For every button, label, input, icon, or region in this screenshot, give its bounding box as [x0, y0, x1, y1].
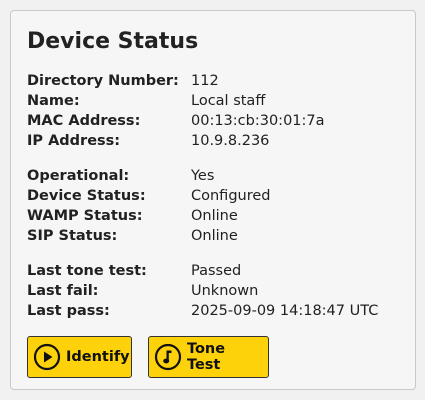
operational-label: Operational:: [27, 168, 130, 184]
mac-address-value: 00:13:cb:30:01:7a: [191, 113, 325, 129]
sip-status-label: SIP Status:: [27, 228, 118, 244]
last-pass-value: 2025-09-09 14:18:47 UTC: [191, 303, 379, 319]
identify-button-label: Identify: [66, 349, 130, 365]
play-circle-icon: [33, 343, 61, 371]
status-section: Operational: Yes Device Status: Configured…: [27, 166, 407, 246]
ip-address-label: IP Address:: [27, 133, 121, 149]
wamp-status-value: Online: [191, 208, 238, 224]
last-tone-test-label: Last tone test:: [27, 263, 147, 279]
status-row-wamp-status: WAMP Status: Online: [27, 206, 407, 226]
info-row-name: Name: Local staff: [27, 91, 407, 111]
device-info-section: Directory Number: 112 Name: Local staff MA…: [27, 71, 407, 151]
directory-number-value: 112: [191, 73, 219, 89]
device-status-label: Device Status:: [27, 188, 146, 204]
mac-address-label: MAC Address:: [27, 113, 141, 129]
operational-value: Yes: [191, 168, 215, 184]
last-pass-label: Last pass:: [27, 303, 110, 319]
status-row-device-status: Device Status: Configured: [27, 186, 407, 206]
last-fail-value: Unknown: [191, 283, 259, 299]
status-row-sip-status: SIP Status: Online: [27, 226, 407, 246]
last-fail-label: Last fail:: [27, 283, 99, 299]
sip-status-value: Online: [191, 228, 238, 244]
last-tone-test-value: Passed: [191, 263, 242, 279]
tone-row-last-test: Last tone test: Passed: [27, 261, 407, 281]
info-row-ip-address: IP Address: 10.9.8.236: [27, 131, 407, 151]
info-row-mac-address: MAC Address: 00:13:cb:30:01:7a: [27, 111, 407, 131]
tone-row-last-pass: Last pass: 2025-09-09 14:18:47 UTC: [27, 301, 407, 321]
tone-row-last-fail: Last fail: Unknown: [27, 281, 407, 301]
name-value: Local staff: [191, 93, 266, 109]
ip-address-value: 10.9.8.236: [191, 133, 270, 149]
wamp-status-label: WAMP Status:: [27, 208, 143, 224]
name-label: Name:: [27, 93, 80, 109]
info-row-directory-number: Directory Number: 112: [27, 71, 407, 91]
device-status-value: Configured: [191, 188, 271, 204]
music-note-circle-icon: [154, 343, 182, 371]
directory-number-label: Directory Number:: [27, 73, 179, 89]
card-title: Device Status: [27, 29, 199, 54]
identify-button[interactable]: Identify: [27, 336, 132, 378]
device-status-card: Device Status Directory Number: 112 Name:…: [10, 10, 416, 390]
tone-test-section: Last tone test: Passed Last fail: Unknown …: [27, 261, 407, 321]
tone-test-button[interactable]: Tone Test: [148, 336, 269, 378]
tone-test-button-label: Tone Test: [187, 341, 226, 373]
status-row-operational: Operational: Yes: [27, 166, 407, 186]
